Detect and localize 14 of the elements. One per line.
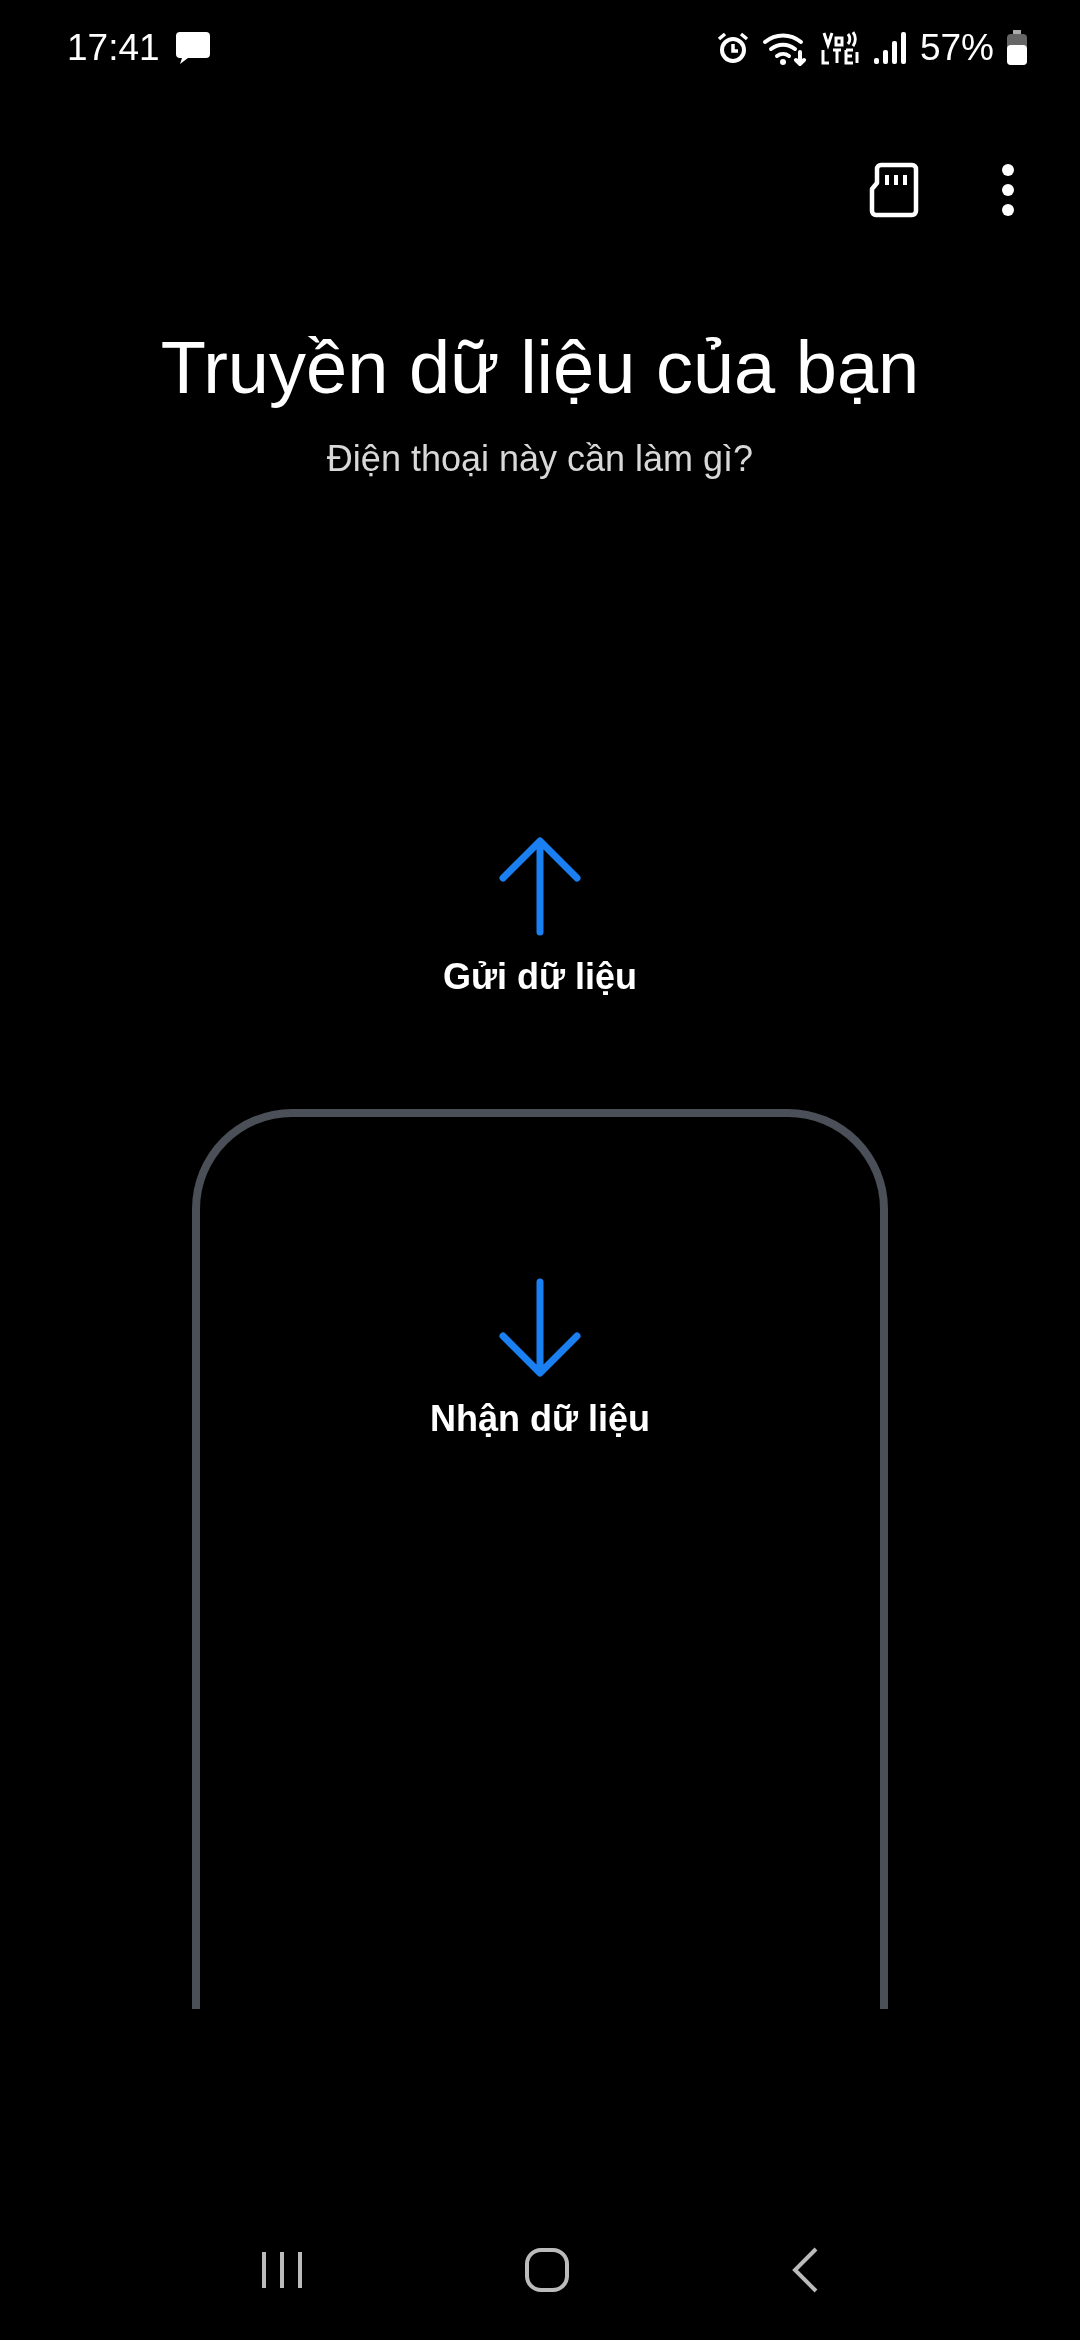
back-icon[interactable]: [790, 2246, 820, 2294]
receive-data-button[interactable]: Nhận dữ liệu: [423, 1277, 657, 1441]
volte-icon: [819, 29, 860, 66]
alarm-icon: [715, 30, 750, 65]
page-title: Truyền dữ liệu của bạn: [159, 325, 921, 410]
chat-app-icon: [173, 29, 212, 66]
battery-percent: 57%: [919, 26, 994, 69]
signal-icon: [871, 29, 908, 66]
page-subtitle: Điện thoại này cần làm gì?: [325, 438, 755, 480]
send-data-button[interactable]: Gửi dữ liệu: [436, 835, 644, 999]
recent-apps-icon[interactable]: [260, 2250, 304, 2290]
battery-icon: [1006, 29, 1028, 66]
home-icon[interactable]: [524, 2247, 570, 2293]
status-time: 17:41: [67, 26, 160, 69]
